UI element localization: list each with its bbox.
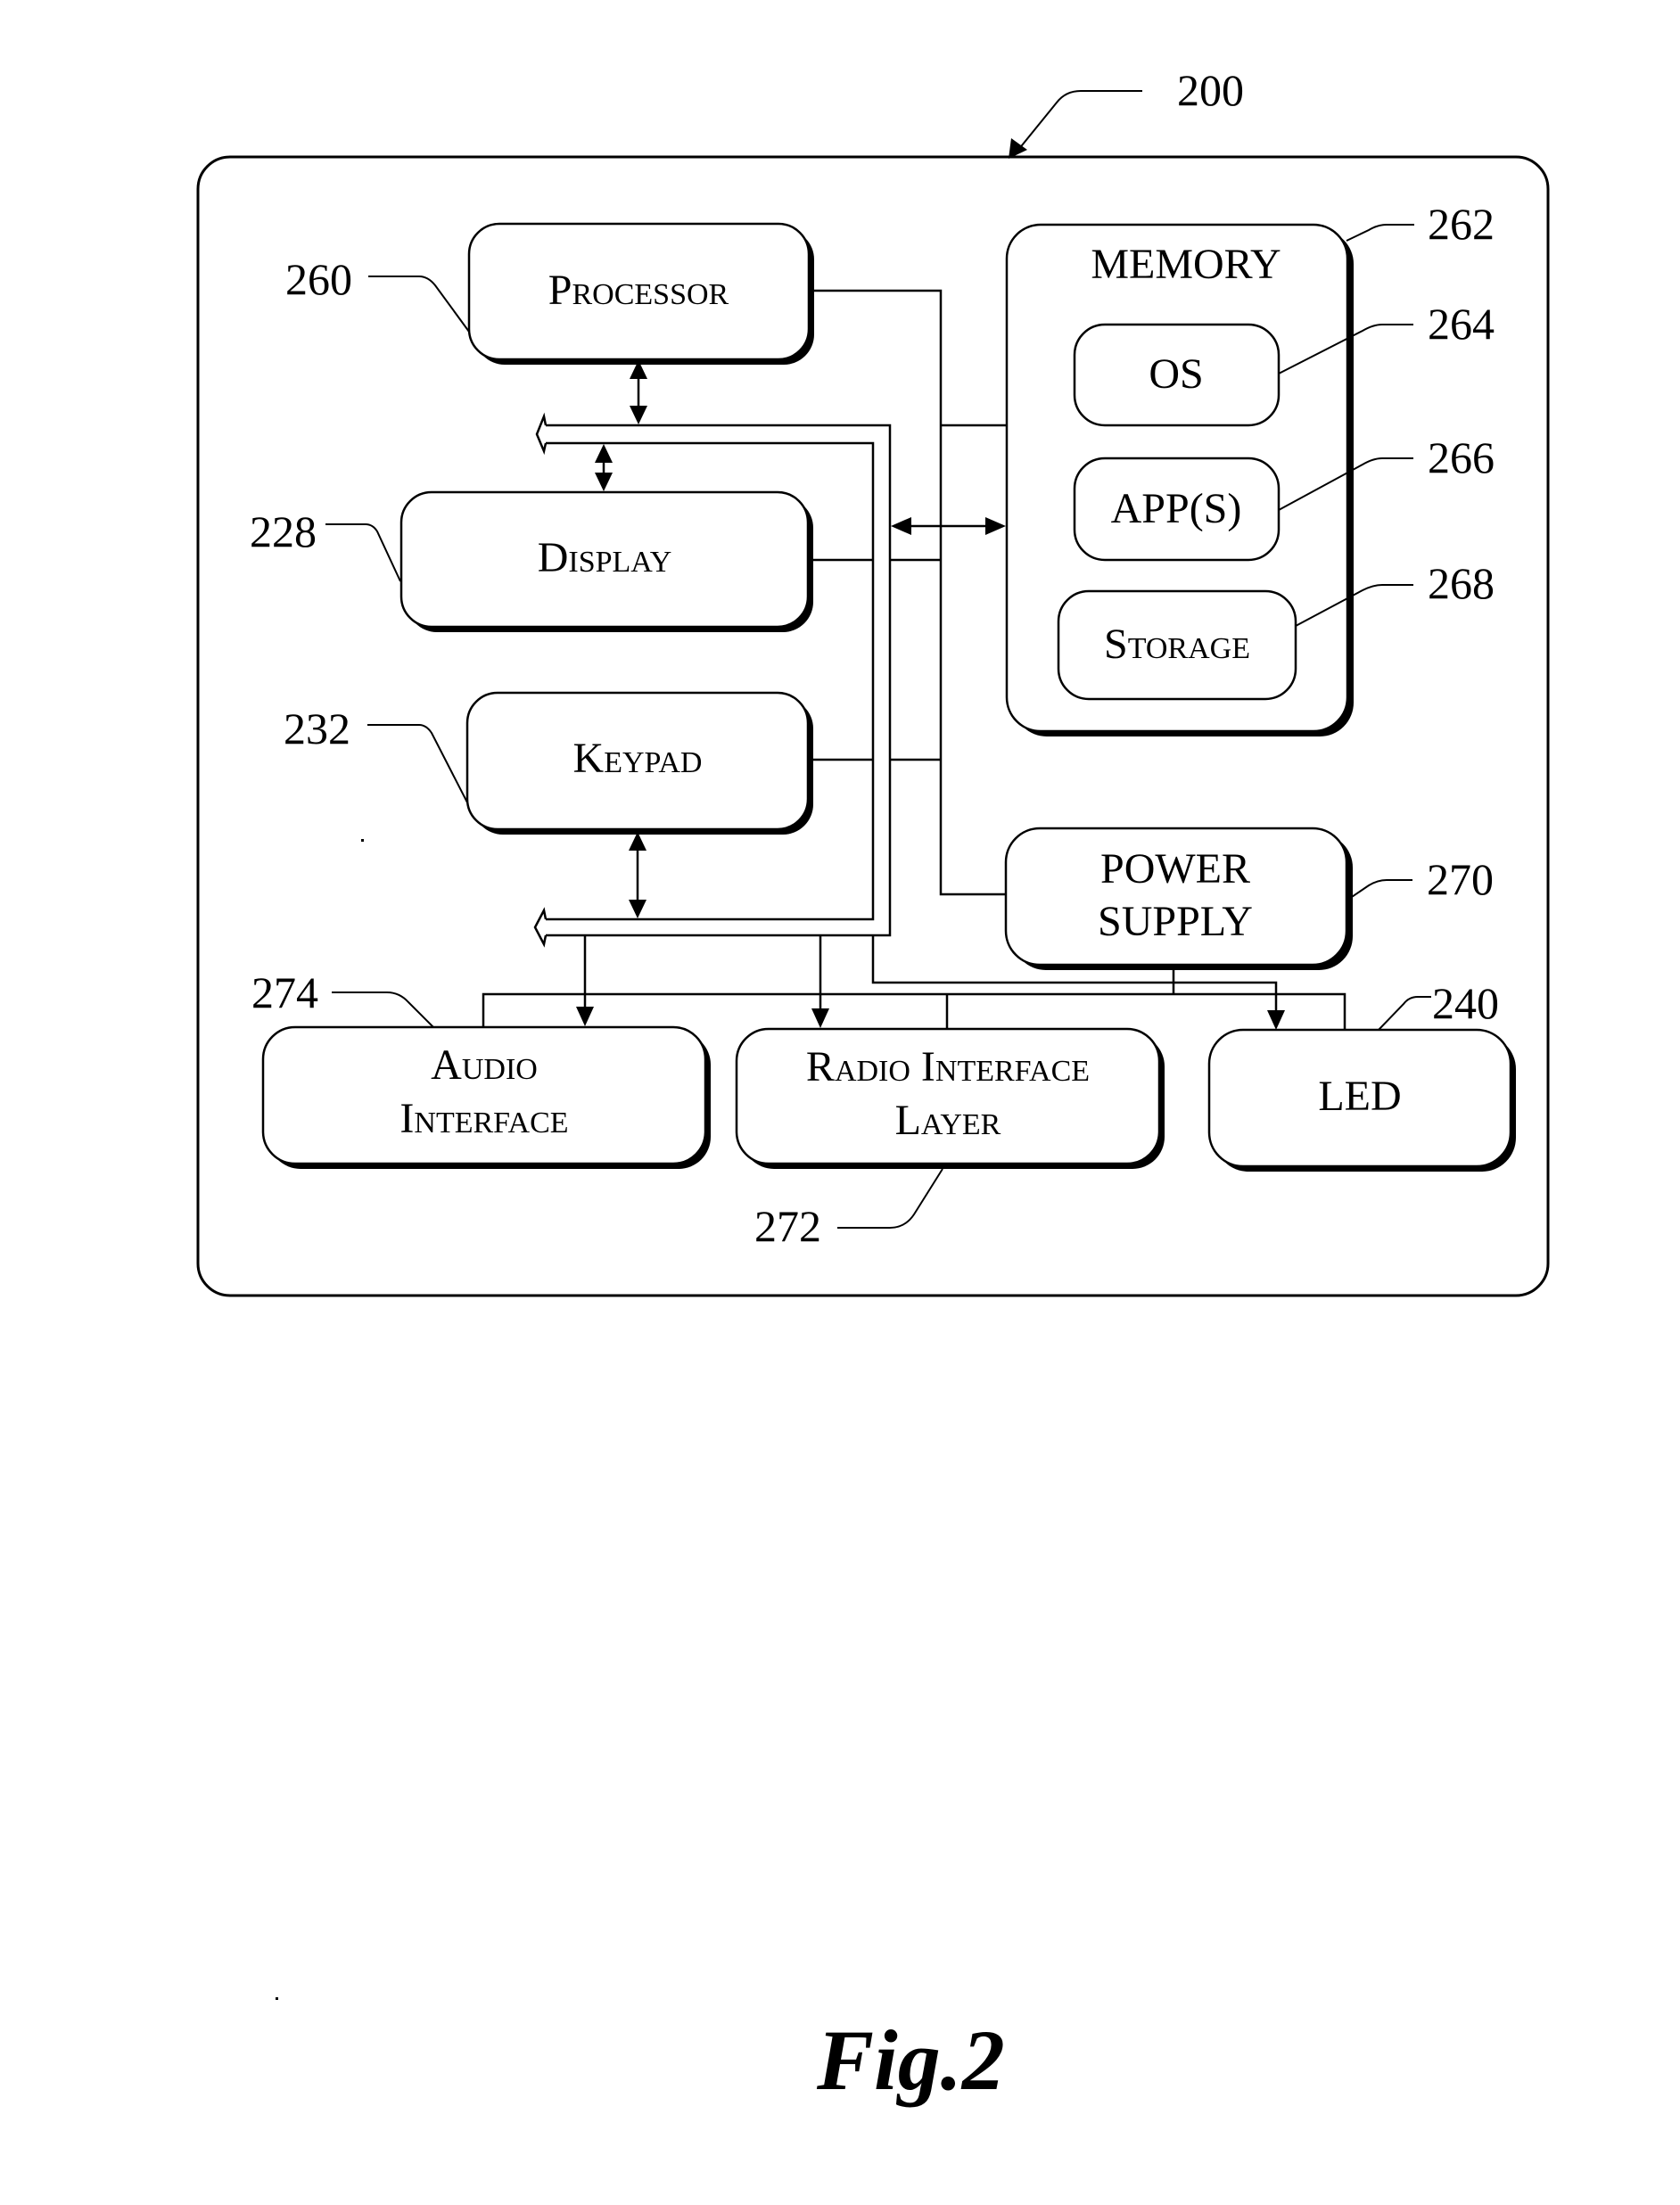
processor-label: Processor: [548, 267, 729, 314]
arrow-right-icon: [985, 517, 1006, 535]
ref-270: 270: [1427, 854, 1494, 904]
arrow-down-icon: [629, 900, 646, 918]
radio-interface-block[interactable]: Radio Interface Layer: [735, 1027, 1165, 1169]
ref-268: 268: [1428, 558, 1495, 608]
arrow-down-icon: [630, 406, 647, 424]
processor-reference: 260: [285, 254, 470, 333]
ref-260: 260: [285, 254, 352, 304]
ref-228: 228: [250, 506, 317, 556]
scan-speck: [361, 839, 364, 842]
arrow-down-icon: [595, 473, 613, 491]
power-supply-leader-line: [1346, 879, 1412, 901]
os-label: OS: [1149, 350, 1203, 398]
ref-272: 272: [754, 1201, 821, 1251]
keypad-leader-line: [367, 724, 468, 803]
display-reference: 228: [250, 506, 401, 582]
radio-interface-reference: 272: [754, 1168, 943, 1251]
processor-leader-line: [368, 276, 470, 333]
arrow-down-icon: [811, 1008, 829, 1028]
ref-274: 274: [251, 967, 318, 1017]
arrow-up-icon: [629, 832, 646, 851]
audio-interface-label-line1: Audio: [431, 1041, 538, 1089]
bus-top-open-arrow-icon: [535, 412, 548, 456]
led-block[interactable]: LED: [1207, 1028, 1516, 1172]
display-label: Display: [538, 534, 672, 581]
ref-240: 240: [1432, 978, 1499, 1028]
display-leader-line: [325, 523, 401, 582]
keypad-reference: 232: [284, 703, 468, 803]
radio-interface-label-line1: Radio Interface: [806, 1043, 1090, 1090]
bus-bottom-open-arrow-icon: [533, 907, 548, 948]
audio-interface-label-line2: Interface: [399, 1095, 568, 1142]
figure-caption: Fig.2: [816, 2012, 1005, 2108]
memory-label: MEMORY: [1091, 241, 1281, 288]
processor-power-line: [811, 289, 1006, 896]
block-diagram: 200 Processor 260 Display 228 Keypad 232…: [196, 65, 1550, 2108]
ref-262: 262: [1428, 199, 1495, 249]
processor-block[interactable]: Processor: [467, 222, 814, 365]
keypad-label: Keypad: [573, 735, 703, 782]
audio-interface-leader-line: [332, 991, 434, 1028]
ref-200: 200: [1177, 65, 1244, 115]
audio-interface-reference: 274: [251, 967, 434, 1028]
storage-label: Storage: [1104, 621, 1250, 668]
led-label: LED: [1318, 1073, 1401, 1120]
led-leader-line: [1378, 996, 1431, 1031]
arrow-down-icon: [1267, 1010, 1285, 1030]
power-distribution-line: [482, 992, 1346, 1030]
ref-232: 232: [284, 703, 350, 753]
memory-leader-line: [1346, 224, 1414, 242]
arrow-up-icon: [595, 444, 613, 463]
ref-264: 264: [1428, 299, 1495, 349]
power-supply-block[interactable]: POWER SUPPLY: [1004, 827, 1353, 970]
power-supply-label-line1: POWER: [1100, 845, 1250, 893]
led-reference: 240: [1378, 978, 1499, 1031]
device-leader-line: [1017, 90, 1142, 151]
display-block[interactable]: Display: [399, 490, 813, 632]
scan-speck: [276, 1997, 278, 2000]
keypad-block[interactable]: Keypad: [465, 691, 813, 835]
audio-interface-block[interactable]: Audio Interface: [261, 1025, 711, 1169]
arrow-left-icon: [891, 517, 911, 535]
apps-label: APP(S): [1111, 485, 1242, 532]
memory-block[interactable]: MEMORY OS APP(S) Storage: [1005, 223, 1354, 736]
radio-interface-leader-line: [837, 1168, 943, 1229]
arrow-down-icon: [576, 1007, 594, 1026]
radio-interface-label-line2: Layer: [895, 1097, 1001, 1144]
device-reference: 200: [1009, 65, 1244, 159]
ref-266: 266: [1428, 432, 1495, 482]
power-supply-label-line2: SUPPLY: [1098, 898, 1253, 945]
power-supply-reference: 270: [1346, 854, 1494, 904]
